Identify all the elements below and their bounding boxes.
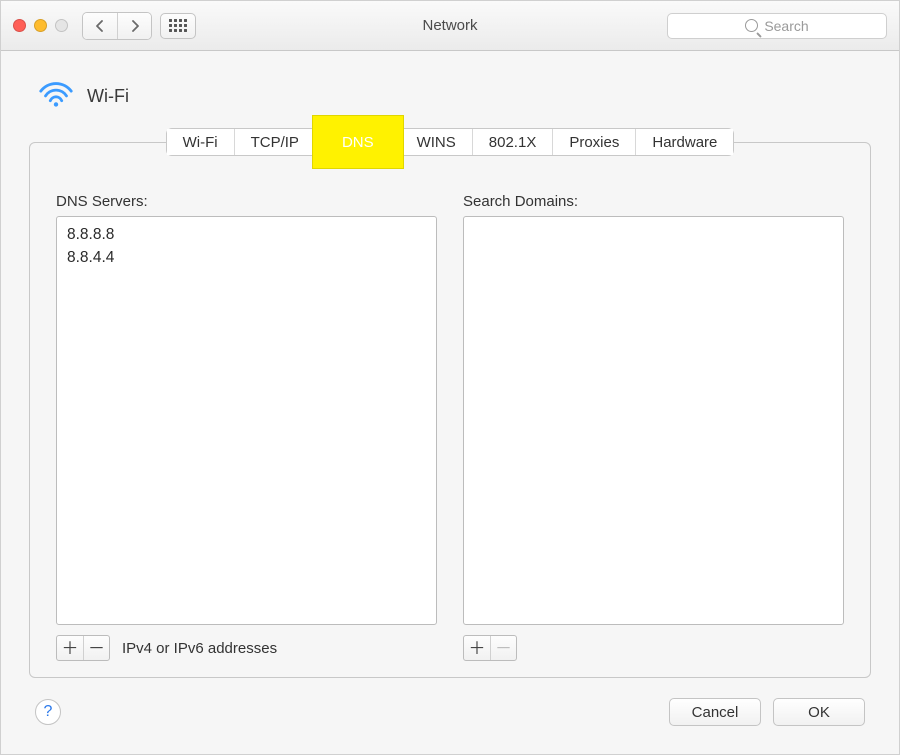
chevron-right-icon bbox=[130, 20, 140, 32]
dns-hint: IPv4 or IPv6 addresses bbox=[122, 640, 277, 657]
dns-servers-footer: ＋ － IPv4 or IPv6 addresses bbox=[56, 635, 437, 661]
minimize-window-button[interactable] bbox=[34, 19, 47, 32]
show-all-button[interactable] bbox=[160, 13, 196, 39]
tab-dns-label: DNS bbox=[342, 134, 374, 151]
dns-servers-column: DNS Servers: 8.8.8.8 8.8.4.4 ＋ － IPv4 or… bbox=[56, 193, 437, 661]
chevron-left-icon bbox=[95, 20, 105, 32]
footer: ? Cancel OK bbox=[1, 696, 899, 754]
forward-button[interactable] bbox=[117, 13, 151, 39]
search-domains-column: Search Domains: ＋ － bbox=[463, 193, 844, 661]
wifi-icon bbox=[37, 79, 75, 114]
search-domains-label: Search Domains: bbox=[463, 193, 844, 210]
cancel-button[interactable]: Cancel bbox=[669, 698, 761, 726]
remove-search-domain-button: － bbox=[490, 636, 516, 660]
tab-dns[interactable]: DNS bbox=[326, 129, 391, 155]
network-preferences-window: Network Search Wi-Fi Wi-Fi TCP/IP DNS W bbox=[0, 0, 900, 755]
window-controls bbox=[13, 19, 68, 32]
dns-columns: DNS Servers: 8.8.8.8 8.8.4.4 ＋ － IPv4 or… bbox=[56, 193, 844, 661]
tab-8021x[interactable]: 802.1X bbox=[473, 129, 554, 155]
search-icon bbox=[745, 19, 758, 32]
dns-server-entry[interactable]: 8.8.8.8 bbox=[67, 223, 426, 246]
dns-server-entry[interactable]: 8.8.4.4 bbox=[67, 246, 426, 269]
remove-dns-server-button[interactable]: － bbox=[83, 636, 109, 660]
tabs: Wi-Fi TCP/IP DNS WINS 802.1X Proxies Har… bbox=[166, 128, 735, 156]
tab-bar: Wi-Fi TCP/IP DNS WINS 802.1X Proxies Har… bbox=[1, 128, 899, 156]
back-button[interactable] bbox=[83, 13, 117, 39]
toolbar: Network Search bbox=[1, 1, 899, 51]
zoom-window-button[interactable] bbox=[55, 19, 68, 32]
close-window-button[interactable] bbox=[13, 19, 26, 32]
dns-panel: DNS Servers: 8.8.8.8 8.8.4.4 ＋ － IPv4 or… bbox=[29, 142, 871, 678]
tab-hardware[interactable]: Hardware bbox=[636, 129, 733, 155]
tab-proxies[interactable]: Proxies bbox=[553, 129, 636, 155]
ok-button[interactable]: OK bbox=[773, 698, 865, 726]
search-input[interactable]: Search bbox=[667, 13, 887, 39]
dns-servers-add-remove: ＋ － bbox=[56, 635, 110, 661]
search-domains-footer: ＋ － bbox=[463, 635, 844, 661]
interface-header: Wi-Fi bbox=[1, 51, 899, 128]
grid-icon bbox=[169, 19, 187, 32]
dns-servers-label: DNS Servers: bbox=[56, 193, 437, 210]
nav-button-group bbox=[82, 12, 152, 40]
search-domains-list[interactable] bbox=[463, 216, 844, 625]
tab-wifi[interactable]: Wi-Fi bbox=[167, 129, 235, 155]
add-dns-server-button[interactable]: ＋ bbox=[57, 636, 83, 660]
search-domains-add-remove: ＋ － bbox=[463, 635, 517, 661]
help-button[interactable]: ? bbox=[35, 699, 61, 725]
add-search-domain-button[interactable]: ＋ bbox=[464, 636, 490, 660]
interface-name: Wi-Fi bbox=[87, 86, 129, 107]
dns-servers-list[interactable]: 8.8.8.8 8.8.4.4 bbox=[56, 216, 437, 625]
help-icon: ? bbox=[44, 703, 53, 721]
search-placeholder: Search bbox=[764, 18, 808, 34]
